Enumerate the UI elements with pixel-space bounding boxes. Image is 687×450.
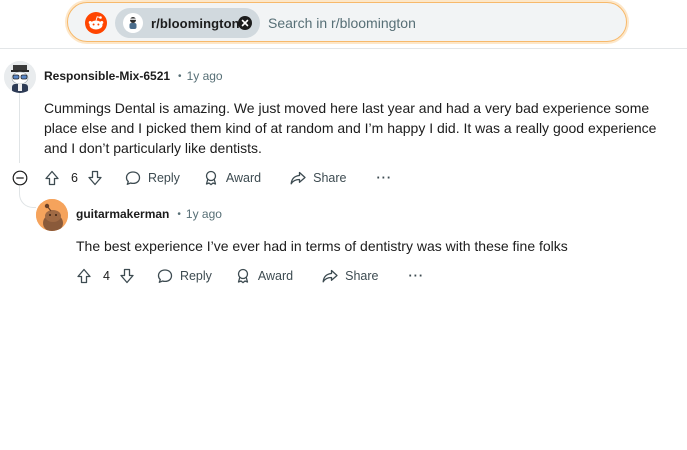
reply-button[interactable]: Reply <box>124 169 180 187</box>
thread-connector <box>19 186 36 208</box>
reply-button[interactable]: Reply <box>156 267 212 285</box>
username[interactable]: Responsible-Mix-6521 <box>44 69 170 83</box>
remove-filter-icon[interactable] <box>238 16 252 30</box>
reddit-logo-icon[interactable] <box>85 12 107 34</box>
more-options-button[interactable]: ··· <box>377 171 393 185</box>
award-icon <box>237 268 249 284</box>
avatar[interactable] <box>36 199 68 231</box>
comment-line: and I don’t particularly like dentists. <box>44 140 262 156</box>
award-icon <box>205 170 217 186</box>
more-options-button[interactable]: ··· <box>409 269 425 283</box>
upvote-icon[interactable] <box>43 169 61 187</box>
search-input[interactable] <box>268 13 608 33</box>
comment-bubble-icon <box>125 171 141 185</box>
avatar[interactable] <box>4 61 36 93</box>
share-icon <box>290 171 306 185</box>
subreddit-avatar-icon <box>123 13 143 33</box>
search-bar[interactable]: r/bloomington <box>67 2 627 42</box>
downvote-icon[interactable] <box>86 169 104 187</box>
comment-actions: 6 Reply Award Share ··· <box>43 166 392 190</box>
upvote-icon[interactable] <box>75 267 93 285</box>
comment-line: place else and I picked them kind of at … <box>44 120 657 136</box>
award-button[interactable]: Award <box>202 169 261 187</box>
username[interactable]: guitarmakerman <box>76 207 169 221</box>
vote-count: 6 <box>71 171 78 185</box>
comment-body: Cummings Dental is amazing. We just move… <box>44 98 674 158</box>
share-button[interactable]: Share <box>289 169 347 187</box>
comment-actions: 4 Reply Award Share ··· <box>75 264 424 288</box>
comment-bubble-icon <box>157 269 173 283</box>
share-button[interactable]: Share <box>321 267 379 285</box>
vote-count: 4 <box>103 269 110 283</box>
comment-line: The best experience I’ve ever had in ter… <box>76 238 568 254</box>
subreddit-chip-label: r/bloomington <box>151 15 240 31</box>
subreddit-filter-chip[interactable]: r/bloomington <box>115 8 260 38</box>
collapse-thread-icon[interactable] <box>12 170 28 186</box>
timestamp[interactable]: 1y ago <box>186 207 222 221</box>
timestamp[interactable]: 1y ago <box>187 69 223 83</box>
comment-line: Cummings Dental is amazing. We just move… <box>44 100 650 116</box>
top-bar: r/bloomington <box>0 0 687 49</box>
downvote-icon[interactable] <box>118 267 136 285</box>
comment-meta: Responsible-Mix-6521 • 1y ago <box>44 69 223 83</box>
thread-line[interactable] <box>19 93 20 163</box>
share-icon <box>322 269 338 283</box>
comment-body: The best experience I’ve ever had in ter… <box>76 236 676 256</box>
comment-meta: guitarmakerman • 1y ago <box>76 207 222 221</box>
award-button[interactable]: Award <box>234 267 293 285</box>
